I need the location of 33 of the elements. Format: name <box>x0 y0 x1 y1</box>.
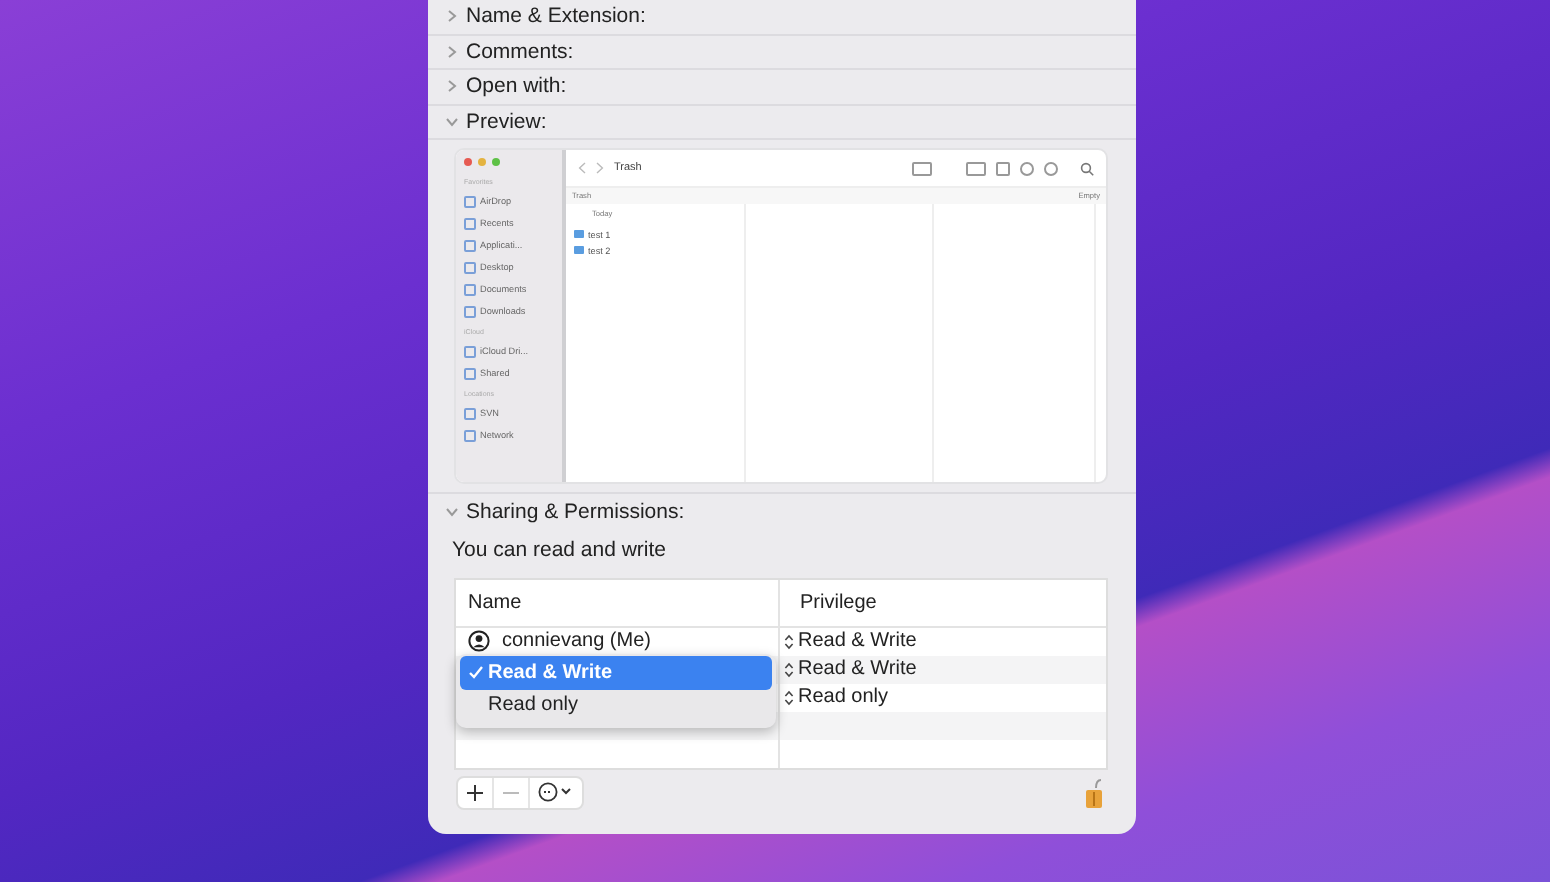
menu-item[interactable]: Read only <box>460 689 772 722</box>
section-label: Comments: <box>466 39 574 64</box>
checkmark-icon <box>468 664 484 681</box>
column-header: Privilege <box>800 591 877 614</box>
user-name: connievang (Me) <box>502 630 651 653</box>
search-icon <box>1080 161 1094 176</box>
back-icon <box>578 162 586 175</box>
disclosure-icon[interactable] <box>446 116 458 129</box>
permission-summary: You can read and write <box>450 535 669 562</box>
disclosure-icon[interactable] <box>446 505 458 518</box>
up-down-icon <box>784 661 794 678</box>
plus-icon <box>466 783 484 802</box>
zoom-icon <box>492 158 500 167</box>
disclosure-icon[interactable] <box>446 10 458 23</box>
section-label: Name & Extension: <box>466 4 646 29</box>
privilege-popup[interactable]: Read & Write <box>798 658 917 681</box>
section-label: Open with: <box>466 74 567 99</box>
lock-icon[interactable] <box>1084 777 1104 810</box>
disclosure-icon[interactable] <box>446 45 458 58</box>
minimize-icon <box>478 158 486 167</box>
menu-item[interactable]: Read & Write <box>460 655 772 690</box>
up-down-icon <box>784 633 794 650</box>
disclosure-icon[interactable] <box>446 80 458 93</box>
user-icon <box>468 630 490 653</box>
privilege-popup[interactable]: Read only <box>798 686 889 709</box>
section-label: Preview: <box>466 110 547 135</box>
up-down-icon <box>784 689 794 706</box>
more-menu-icon <box>538 782 574 803</box>
close-icon <box>464 158 472 167</box>
column-header: Name <box>468 591 522 614</box>
forward-icon <box>596 162 604 175</box>
section-label: Sharing & Permissions: <box>466 499 685 524</box>
privilege-popup[interactable]: Read & Write <box>798 630 917 653</box>
